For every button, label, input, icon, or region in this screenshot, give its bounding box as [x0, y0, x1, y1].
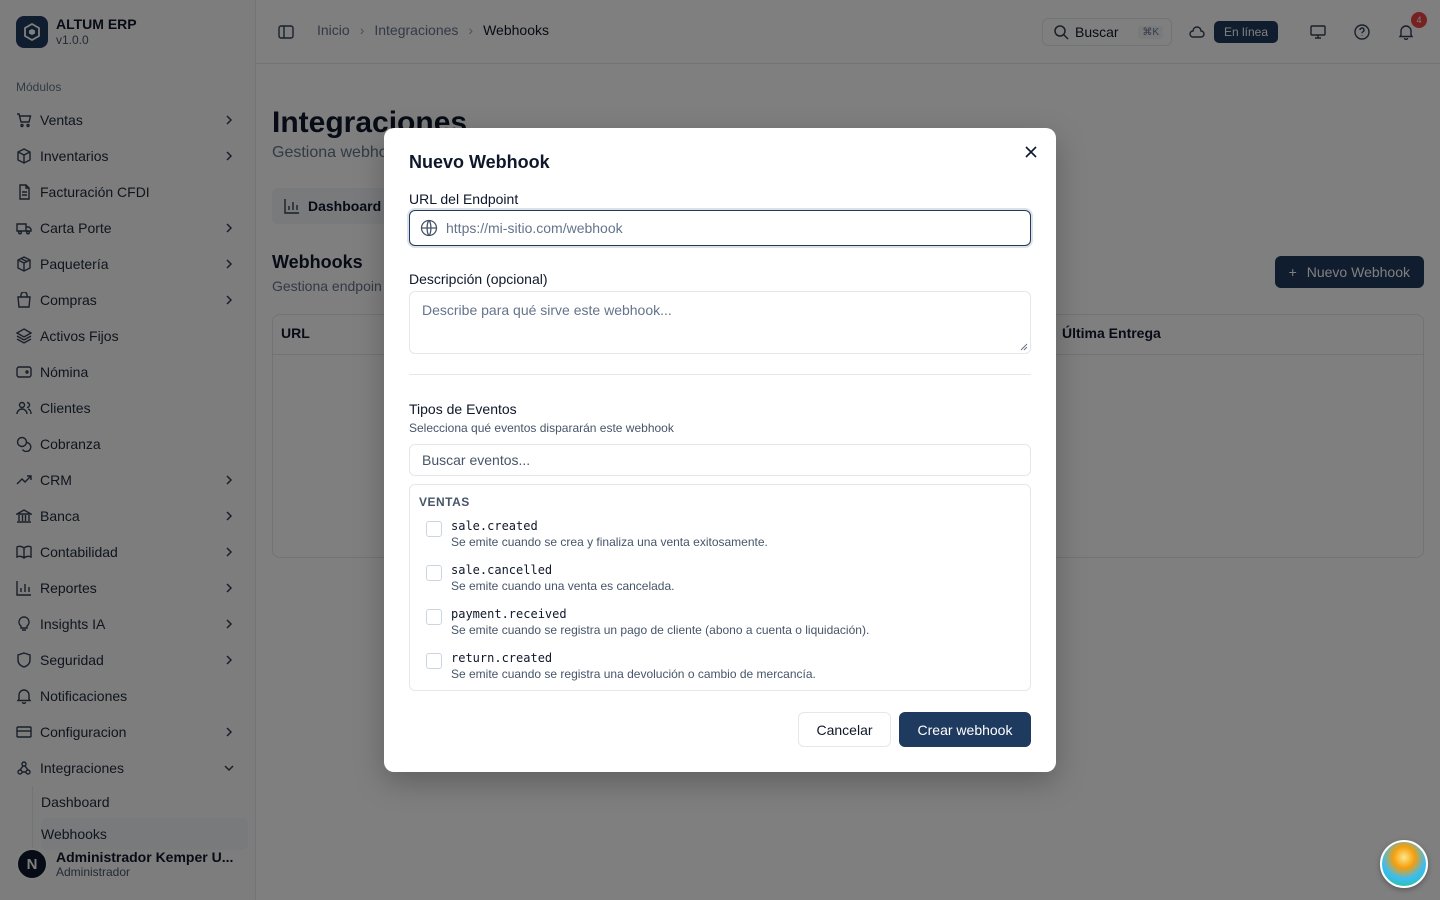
event-code: sale.created: [451, 519, 538, 533]
cancel-button[interactable]: Cancelar: [798, 712, 891, 747]
globe-icon: [420, 219, 438, 237]
url-label: URL del Endpoint: [409, 191, 519, 207]
url-placeholder: https://mi-sitio.com/webhook: [446, 220, 623, 236]
event-description: Se emite cuando se registra un pago de c…: [451, 623, 870, 637]
event-code: sale.cancelled: [451, 563, 553, 577]
events-search-placeholder: Buscar eventos...: [422, 452, 531, 468]
resize-handle-icon[interactable]: [1020, 343, 1028, 351]
endpoint-url-input[interactable]: https://mi-sitio.com/webhook: [409, 210, 1031, 246]
event-checkbox[interactable]: [426, 609, 442, 625]
events-list: VENTAS sale.created Se emite cuando se c…: [409, 484, 1031, 691]
list-item[interactable]: sale.created Se emite cuando se crea y f…: [426, 517, 1016, 557]
description-label: Descripción (opcional): [409, 271, 548, 287]
event-checkbox[interactable]: [426, 521, 442, 537]
event-group-label: VENTAS: [419, 495, 470, 509]
event-checkbox[interactable]: [426, 653, 442, 669]
description-placeholder: Describe para qué sirve este webhook...: [422, 302, 672, 318]
close-icon[interactable]: [1024, 145, 1038, 159]
event-description: Se emite cuando se crea y finaliza una v…: [451, 535, 768, 549]
assistant-avatar-button[interactable]: [1380, 840, 1428, 888]
event-description: Se emite cuando se registra una devoluci…: [451, 667, 816, 681]
events-title: Tipos de Eventos: [409, 401, 517, 417]
event-code: return.created: [451, 651, 553, 665]
event-checkbox[interactable]: [426, 565, 442, 581]
dialog-title: Nuevo Webhook: [409, 152, 550, 172]
events-subtitle: Selecciona qué eventos dispararán este w…: [409, 421, 674, 435]
list-item[interactable]: return.created Se emite cuando se regist…: [426, 649, 1016, 689]
create-webhook-button[interactable]: Crear webhook: [899, 712, 1031, 747]
list-item[interactable]: sale.cancelled Se emite cuando una venta…: [426, 561, 1016, 601]
description-textarea[interactable]: Describe para qué sirve este webhook...: [409, 291, 1031, 354]
new-webhook-dialog: Nuevo Webhook URL del Endpoint https://m…: [384, 128, 1056, 772]
event-code: payment.received: [451, 607, 567, 621]
list-item[interactable]: payment.received Se emite cuando se regi…: [426, 605, 1016, 645]
event-description: Se emite cuando una venta es cancelada.: [451, 579, 675, 593]
divider: [409, 374, 1031, 375]
events-search-input[interactable]: Buscar eventos...: [409, 444, 1031, 476]
